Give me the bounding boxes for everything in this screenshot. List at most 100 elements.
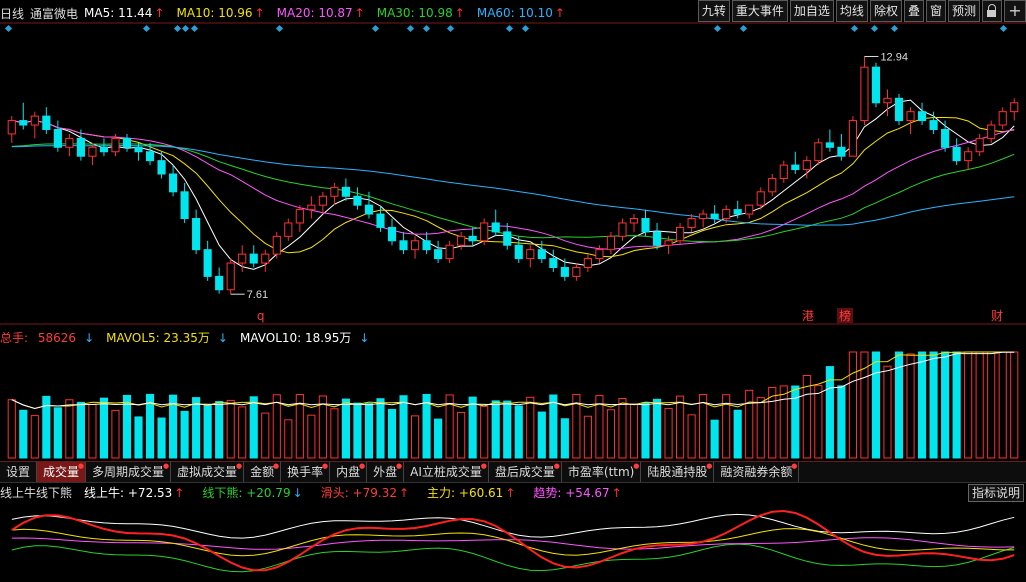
volume-bar[interactable] bbox=[537, 411, 546, 459]
volume-bar[interactable] bbox=[883, 365, 892, 459]
candle-body[interactable] bbox=[353, 195, 362, 206]
candle-body[interactable] bbox=[318, 195, 327, 206]
tab-3[interactable]: 虚拟成交量 ● bbox=[171, 462, 245, 482]
candle-body[interactable] bbox=[710, 213, 719, 220]
volume-bar[interactable] bbox=[7, 399, 16, 459]
candle-body[interactable] bbox=[802, 160, 811, 171]
volume-bar[interactable] bbox=[802, 375, 811, 459]
candle-body[interactable] bbox=[952, 146, 961, 162]
candle-body[interactable] bbox=[53, 128, 62, 148]
candle-body[interactable] bbox=[468, 235, 477, 242]
price-chart[interactable]: 12.94 7.61 q 港 榜 财 bbox=[0, 22, 1026, 352]
event-diamond-icon[interactable] bbox=[850, 24, 859, 33]
volume-bar[interactable] bbox=[560, 418, 569, 459]
volume-bar[interactable] bbox=[906, 353, 915, 459]
event-diamond-icon[interactable] bbox=[4, 24, 13, 33]
toolbar-button[interactable]: 重大事件 bbox=[731, 0, 788, 22]
volume-bar[interactable] bbox=[526, 396, 535, 459]
tab-1[interactable]: 成交量 ● bbox=[37, 462, 87, 482]
volume-bar[interactable] bbox=[284, 419, 293, 459]
bang-tag[interactable]: 榜 bbox=[839, 308, 851, 323]
candle-body[interactable] bbox=[410, 240, 420, 251]
indicator-legend-item[interactable]: 主力: +60.61 ↑ bbox=[427, 486, 521, 500]
volume-bar[interactable] bbox=[215, 401, 224, 459]
candle-body[interactable] bbox=[238, 253, 247, 264]
candle-body[interactable] bbox=[295, 209, 304, 224]
volume-bar[interactable] bbox=[272, 394, 281, 459]
candle-body[interactable] bbox=[814, 142, 823, 162]
candle-body[interactable] bbox=[122, 137, 132, 148]
indicator-legend-item[interactable]: 线上牛: +72.53 ↑ bbox=[84, 486, 190, 500]
event-diamond-icon[interactable] bbox=[521, 24, 530, 33]
event-diamond-icon[interactable] bbox=[999, 24, 1008, 33]
event-diamond-icon[interactable] bbox=[422, 24, 431, 33]
indicator-legend-item[interactable]: 趋势: +54.67 ↑ bbox=[533, 486, 627, 500]
volume-bar[interactable] bbox=[30, 415, 39, 459]
candle-body[interactable] bbox=[364, 204, 374, 215]
volume-bar[interactable] bbox=[710, 419, 719, 459]
candle-body[interactable] bbox=[307, 204, 316, 211]
candle-body[interactable] bbox=[491, 222, 500, 233]
candle-body[interactable] bbox=[1010, 102, 1019, 113]
event-diamond-icon[interactable] bbox=[371, 24, 380, 33]
candle-body[interactable] bbox=[722, 209, 731, 220]
volume-bar[interactable] bbox=[261, 412, 270, 459]
volume-bar[interactable] bbox=[341, 398, 350, 459]
candle-body[interactable] bbox=[445, 244, 454, 260]
candle-body[interactable] bbox=[399, 240, 408, 251]
candle-body[interactable] bbox=[249, 253, 258, 264]
volume-bar[interactable] bbox=[848, 351, 857, 459]
volume-bar[interactable] bbox=[871, 351, 881, 459]
event-diamond-icon[interactable] bbox=[406, 24, 415, 33]
candle-body[interactable] bbox=[226, 262, 235, 291]
candle-body[interactable] bbox=[606, 235, 616, 251]
volume-bar[interactable] bbox=[307, 414, 316, 459]
volume-bar[interactable] bbox=[629, 403, 639, 459]
tab-12[interactable]: 融资融券余额 ● bbox=[714, 462, 800, 482]
candle-body[interactable] bbox=[964, 151, 973, 162]
candle-body[interactable] bbox=[330, 186, 339, 197]
volume-bar[interactable] bbox=[122, 394, 132, 459]
candle-body[interactable] bbox=[42, 115, 51, 130]
candle-body[interactable] bbox=[549, 258, 558, 268]
volume-bar[interactable] bbox=[756, 397, 765, 459]
event-diamond-icon[interactable] bbox=[190, 24, 199, 33]
volume-bar[interactable] bbox=[791, 385, 800, 459]
candle-body[interactable] bbox=[434, 249, 443, 260]
toolbar-button[interactable]: 除权 bbox=[869, 0, 902, 22]
candle-body[interactable] bbox=[180, 191, 189, 220]
volume-bar[interactable] bbox=[180, 410, 189, 459]
candle-body[interactable] bbox=[560, 266, 569, 277]
candle-body[interactable] bbox=[860, 66, 869, 122]
candle-body[interactable] bbox=[618, 222, 627, 237]
volume-bar[interactable] bbox=[480, 405, 489, 459]
volume-bar[interactable] bbox=[457, 411, 466, 459]
tab-0[interactable]: 设置 bbox=[0, 462, 38, 482]
candle-body[interactable] bbox=[676, 226, 685, 242]
indicator-name[interactable]: 线上牛线下熊 bbox=[0, 484, 72, 501]
add-panel-button[interactable]: + bbox=[1004, 0, 1026, 22]
toolbar-button[interactable]: 窗 bbox=[925, 0, 946, 22]
volume-bar[interactable] bbox=[814, 385, 823, 459]
candle-body[interactable] bbox=[272, 235, 281, 255]
volume-bar[interactable] bbox=[410, 415, 420, 459]
candle-body[interactable] bbox=[975, 137, 984, 153]
volume-bar[interactable] bbox=[929, 351, 938, 459]
event-diamond-icon[interactable] bbox=[181, 24, 190, 33]
candle-body[interactable] bbox=[261, 253, 270, 264]
volume-bar[interactable] bbox=[434, 418, 443, 459]
candle-body[interactable] bbox=[756, 191, 765, 206]
volume-chart[interactable] bbox=[0, 348, 1026, 460]
volume-bar[interactable] bbox=[19, 409, 28, 459]
candle-body[interactable] bbox=[480, 222, 489, 242]
tab-7[interactable]: 外盘 ● bbox=[367, 462, 405, 482]
lock-icon[interactable] bbox=[982, 0, 1002, 22]
volume-bar[interactable] bbox=[387, 408, 397, 459]
event-diamond-icon[interactable] bbox=[446, 24, 455, 33]
volume-bar[interactable] bbox=[745, 389, 754, 459]
candle-body[interactable] bbox=[825, 142, 834, 148]
candle-body[interactable] bbox=[503, 231, 512, 246]
volume-bar[interactable] bbox=[157, 417, 166, 459]
candle-body[interactable] bbox=[687, 218, 696, 228]
candle-body[interactable] bbox=[341, 186, 350, 197]
